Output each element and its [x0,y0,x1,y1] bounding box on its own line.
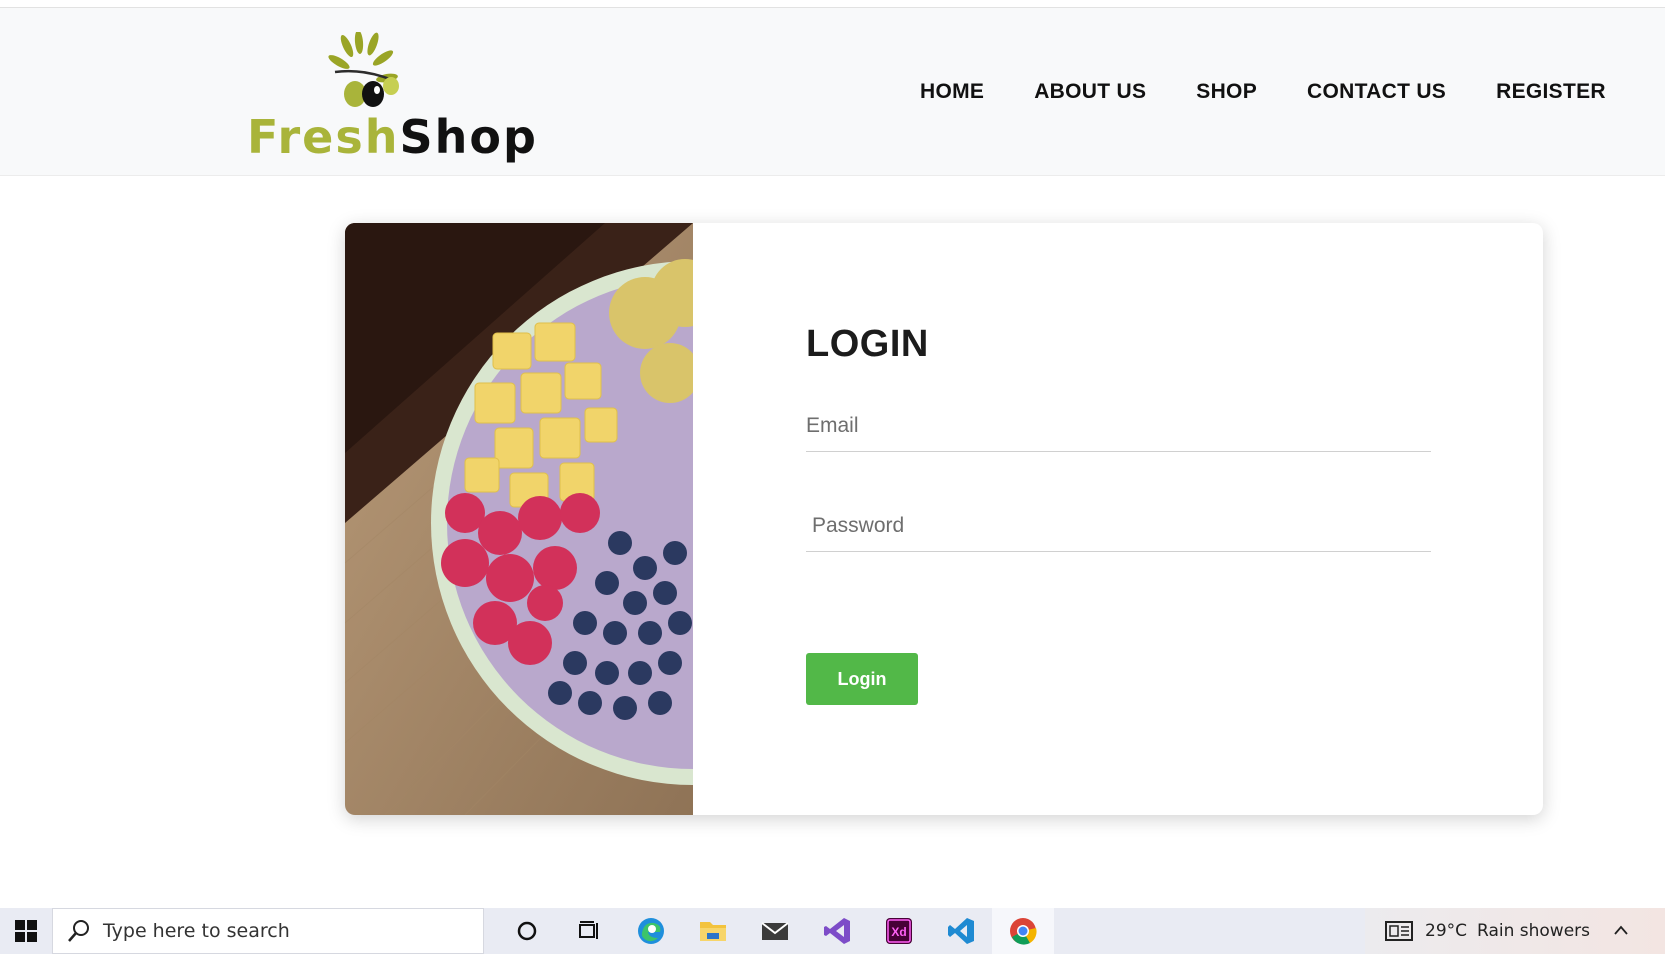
weather-condition: Rain showers [1477,921,1591,941]
nav-shop[interactable]: SHOP [1196,80,1257,104]
brand-name-part2: Shop [399,110,538,164]
nav-about-us[interactable]: ABOUT US [1034,80,1146,104]
search-icon [68,920,89,942]
adobe-xd-icon[interactable]: Xd [868,908,930,954]
main-nav: HOME ABOUT US SHOP CONTACT US REGISTER [920,80,1606,104]
system-tray: 29°C Rain showers [1365,908,1665,954]
edge-icon[interactable] [620,908,682,954]
mail-icon[interactable] [744,908,806,954]
login-form: LOGIN Login [806,223,1446,815]
email-field[interactable] [806,400,1431,452]
password-field-wrapper [806,500,1431,552]
chevron-up-icon[interactable] [1612,922,1630,940]
nav-home[interactable]: HOME [920,80,984,104]
vscode-icon[interactable] [930,908,992,954]
fruit-bowl-image [345,223,693,815]
taskbar-search-placeholder: Type here to search [103,920,290,942]
taskbar-apps: Xd [496,908,1054,954]
task-view-icon[interactable] [558,908,620,954]
login-card: LOGIN Login [345,223,1543,815]
brand-name: FreshShop [247,110,538,164]
windows-logo-icon [15,920,37,942]
brand-name-part1: Fresh [247,110,400,164]
taskbar-search[interactable]: Type here to search [52,908,484,954]
login-title: LOGIN [806,323,929,365]
chrome-icon[interactable] [992,908,1054,954]
file-explorer-icon[interactable] [682,908,744,954]
password-field[interactable] [806,500,1431,552]
site-header: FreshShop HOME ABOUT US SHOP CONTACT US … [0,8,1665,176]
cortana-icon[interactable] [496,908,558,954]
olive-branch-icon [328,32,399,107]
svg-text:Xd: Xd [891,925,906,939]
email-field-wrapper [806,400,1431,452]
start-button[interactable] [0,908,52,954]
nav-register[interactable]: REGISTER [1496,80,1606,104]
nav-contact-us[interactable]: CONTACT US [1307,80,1446,104]
weather-temperature: 29°C [1425,921,1468,941]
login-button[interactable]: Login [806,653,918,705]
news-weather-icon[interactable] [1385,920,1415,942]
freshshop-logo[interactable]: FreshShop [245,32,536,172]
browser-top-edge [0,0,1665,8]
visual-studio-icon[interactable] [806,908,868,954]
windows-taskbar: Type here to search Xd 29°C Rain showers [0,908,1665,954]
